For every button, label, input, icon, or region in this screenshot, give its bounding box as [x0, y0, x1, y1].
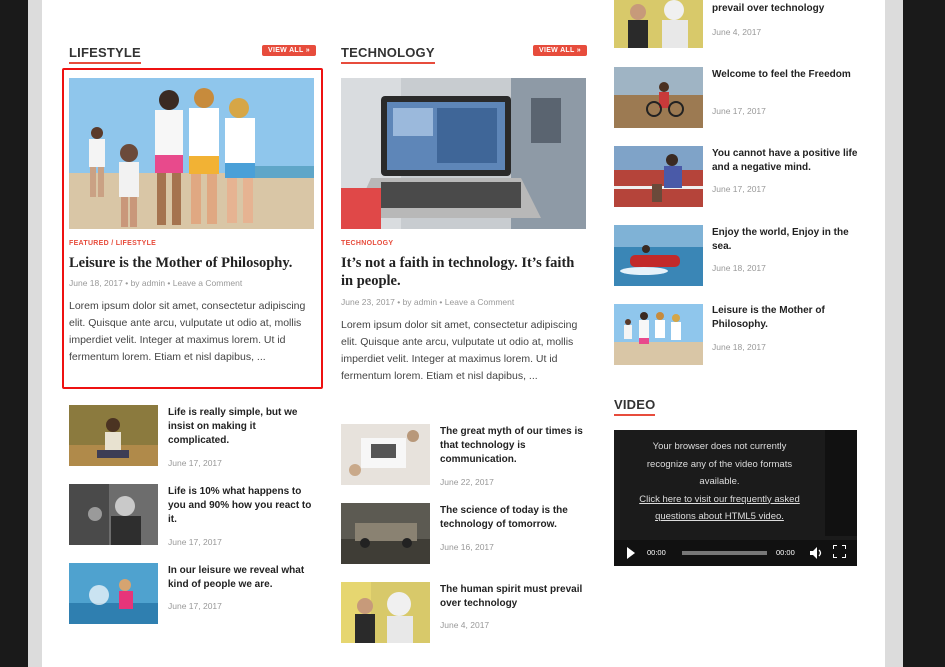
lifestyle-list-title[interactable]: Life is really simple, but we insist on …: [168, 406, 308, 448]
lifestyle-list-title[interactable]: In our leisure we reveal what kind of pe…: [168, 564, 318, 592]
sidebar-post-thumb[interactable]: [614, 67, 703, 128]
technology-list-thumb[interactable]: [341, 424, 430, 485]
sidebar-post-thumb[interactable]: [614, 0, 703, 48]
sidebar-post-title[interactable]: Leisure is the Mother of Philosophy.: [712, 304, 857, 332]
video-faq-link-cont[interactable]: questions about HTML5 video.: [614, 508, 825, 526]
sidebar-post-date: June 18, 2017: [712, 263, 766, 273]
sidebar-post-date: June 18, 2017: [712, 342, 766, 352]
lifestyle-list-thumb[interactable]: [69, 405, 158, 466]
video-faq-link[interactable]: Click here to visit our frequently asked: [614, 491, 825, 509]
technology-list-title[interactable]: The science of today is the technology o…: [440, 504, 585, 532]
technology-heading: TECHNOLOGY: [341, 44, 435, 64]
sidebar-post-title[interactable]: You cannot have a positive life and a ne…: [712, 147, 862, 175]
video-unsupported-message: Your browser does not currently recogniz…: [614, 438, 825, 526]
play-icon[interactable]: [627, 547, 635, 559]
sidebar-post-title[interactable]: Enjoy the world, Enjoy in the sea.: [712, 226, 862, 254]
video-player[interactable]: Your browser does not currently recogniz…: [614, 430, 857, 566]
volume-icon[interactable]: [810, 546, 824, 564]
lifestyle-list-date: June 17, 2017: [168, 458, 222, 468]
lifestyle-featured-title[interactable]: Leisure is the Mother of Philosophy.: [69, 254, 319, 272]
lifestyle-view-all-button[interactable]: VIEW ALL »: [262, 45, 316, 56]
technology-featured-image[interactable]: [341, 78, 586, 229]
lifestyle-list-thumb[interactable]: [69, 563, 158, 624]
lifestyle-heading: LIFESTYLE: [69, 44, 141, 64]
lifestyle-list-date: June 17, 2017: [168, 601, 222, 611]
video-current-time: 00:00: [647, 548, 666, 557]
video-side-strip: [825, 430, 857, 536]
technology-list-thumb[interactable]: [341, 503, 430, 564]
video-progress-bar[interactable]: [682, 551, 767, 555]
technology-list-title[interactable]: The great myth of our times is that tech…: [440, 425, 585, 467]
technology-list-date: June 4, 2017: [440, 620, 490, 630]
technology-list-thumb[interactable]: [341, 582, 430, 643]
technology-view-all-button[interactable]: VIEW ALL »: [533, 45, 587, 56]
lifestyle-list-title[interactable]: Life is 10% what happens to you and 90% …: [168, 485, 313, 527]
sidebar-post-date: June 4, 2017: [712, 27, 762, 37]
sidebar-post-thumb[interactable]: [614, 225, 703, 286]
sidebar-post-date: June 17, 2017: [712, 184, 766, 194]
video-heading: VIDEO: [614, 396, 656, 416]
technology-list-date: June 22, 2017: [440, 477, 494, 487]
lifestyle-featured-meta: June 18, 2017 • by admin • Leave a Comme…: [69, 278, 243, 288]
technology-featured-meta: June 23, 2017 • by admin • Leave a Comme…: [341, 297, 515, 307]
technology-list-date: June 16, 2017: [440, 542, 494, 552]
sidebar-post-title[interactable]: Welcome to feel the Freedom: [712, 68, 857, 82]
lifestyle-featured-category[interactable]: FEATURED / LIFESTYLE: [69, 240, 156, 247]
sidebar-post-title[interactable]: prevail over technology: [712, 2, 862, 16]
technology-featured-excerpt: Lorem ipsum dolor sit amet, consectetur …: [341, 319, 578, 382]
sidebar-post-date: June 17, 2017: [712, 106, 766, 116]
sidebar-post-thumb[interactable]: [614, 146, 703, 207]
technology-list-title[interactable]: The human spirit must prevail over techn…: [440, 583, 585, 611]
lifestyle-featured-excerpt: Lorem ipsum dolor sit amet, consectetur …: [69, 300, 306, 363]
sidebar-post-thumb[interactable]: [614, 304, 703, 365]
page: LIFESTYLE VIEW ALL » FEATURED / LIFESTYL…: [42, 0, 885, 667]
fullscreen-icon[interactable]: [832, 544, 847, 563]
lifestyle-list-date: June 17, 2017: [168, 537, 222, 547]
lifestyle-list-thumb[interactable]: [69, 484, 158, 545]
technology-featured-category[interactable]: TECHNOLOGY: [341, 240, 393, 247]
technology-featured-title[interactable]: It’s not a faith in technology. It’s fai…: [341, 254, 589, 290]
lifestyle-featured-image[interactable]: [69, 78, 314, 229]
video-total-time: 00:00: [776, 548, 795, 557]
